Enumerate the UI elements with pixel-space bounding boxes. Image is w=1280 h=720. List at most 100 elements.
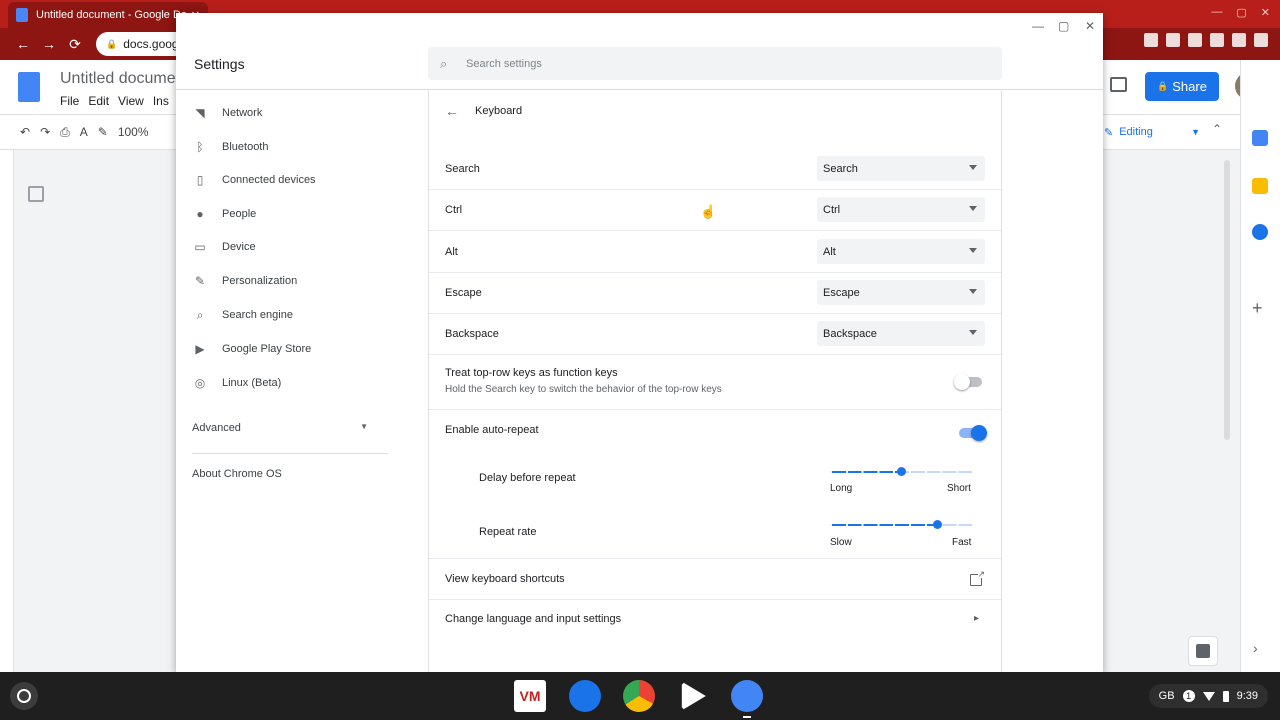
rate-max-label: Fast xyxy=(952,537,972,548)
chrome-app-icon[interactable] xyxy=(623,680,655,712)
delay-slider[interactable] xyxy=(830,467,972,476)
play-store-app-icon[interactable] xyxy=(681,681,706,711)
nav-item-device[interactable]: ▭ Device xyxy=(192,237,256,257)
extension-icon[interactable] xyxy=(1232,33,1246,47)
nav-item-google-play-store[interactable]: ▶ Google Play Store xyxy=(192,339,311,359)
chevron-up-icon[interactable]: ⌃ xyxy=(1212,122,1222,136)
function-keys-toggle[interactable] xyxy=(954,374,982,390)
keyboard-shortcuts-link[interactable]: View keyboard shortcuts ↗ xyxy=(429,558,1001,600)
language-label: Change language and input settings xyxy=(445,613,622,625)
dropdown-arrow-icon xyxy=(969,289,977,294)
tab-title: Untitled document - Google Do xyxy=(36,9,188,21)
status-tray[interactable]: GB 1 9:39 xyxy=(1148,684,1268,708)
dropdown-arrow-icon xyxy=(969,206,977,211)
nav-item-people[interactable]: ● People xyxy=(192,204,256,224)
maximize-icon[interactable]: ▢ xyxy=(1058,19,1069,33)
docs-logo-icon[interactable] xyxy=(18,72,40,102)
print-icon[interactable]: ⎙ xyxy=(60,125,70,140)
minimize-icon[interactable]: — xyxy=(1211,6,1222,19)
nav-label: Bluetooth xyxy=(222,141,269,153)
zoom-select[interactable]: 100% xyxy=(118,125,149,140)
menu-file[interactable]: File xyxy=(60,94,79,108)
settings-nav: ◥ Network ᛒ Bluetooth ▯ Connected device… xyxy=(176,91,428,672)
editing-mode-select[interactable]: ✎ Editing ▼ xyxy=(1100,122,1200,142)
document-title[interactable]: Untitled docume xyxy=(60,70,176,88)
vm-app-icon[interactable]: VM xyxy=(514,680,546,712)
address-bar[interactable]: 🔒 docs.goog xyxy=(96,32,182,56)
forward-icon[interactable]: → xyxy=(36,36,62,52)
explore-button[interactable] xyxy=(1188,636,1218,666)
comment-icon[interactable] xyxy=(1110,77,1127,92)
key-label: Search xyxy=(445,163,480,175)
settings-title: Settings xyxy=(194,56,245,72)
menu-view[interactable]: View xyxy=(118,94,144,108)
dropdown-arrow-icon xyxy=(969,330,977,335)
redo-icon[interactable]: ↷ xyxy=(40,125,50,140)
rate-label: Repeat rate xyxy=(479,526,537,538)
nav-item-connected-devices[interactable]: ▯ Connected devices xyxy=(192,170,316,190)
spellcheck-icon[interactable]: A xyxy=(80,125,88,140)
paint-format-icon[interactable]: ✎ xyxy=(98,125,108,140)
key-row-search: Search Search xyxy=(429,148,1001,190)
back-arrow-icon[interactable]: ← xyxy=(445,103,461,119)
extension-icon[interactable] xyxy=(1210,33,1224,47)
settings-app-icon[interactable] xyxy=(731,680,763,712)
search-input[interactable] xyxy=(466,57,966,70)
nav-item-personalization[interactable]: ✎ Personalization xyxy=(192,271,297,291)
phone-icon: ▯ xyxy=(196,173,204,187)
search-key-select[interactable]: Search xyxy=(817,156,985,181)
extension-icon[interactable] xyxy=(1188,33,1202,47)
launcher-button[interactable] xyxy=(10,682,38,710)
scrollbar[interactable] xyxy=(1224,160,1230,440)
key-row-alt: Alt Alt xyxy=(429,231,1001,273)
extension-icon[interactable] xyxy=(1144,33,1158,47)
nav-item-search-engine[interactable]: ⌕ Search engine xyxy=(192,305,293,325)
escape-key-select[interactable]: Escape xyxy=(817,280,985,305)
auto-repeat-row[interactable]: Enable auto-repeat xyxy=(429,410,1001,448)
nav-item-bluetooth[interactable]: ᛒ Bluetooth xyxy=(192,137,268,157)
calendar-icon[interactable] xyxy=(1252,130,1268,146)
language-input-link[interactable]: Change language and input settings ▸ xyxy=(429,600,1001,641)
files-app-icon[interactable] xyxy=(569,680,601,712)
key-row-escape: Escape Escape xyxy=(429,273,1001,314)
keyboard-settings-page: ← Keyboard Search Search Ctrl Ctrl Alt A… xyxy=(428,91,1002,672)
reload-icon[interactable]: ⟳ xyxy=(62,36,88,53)
alt-key-select[interactable]: Alt xyxy=(817,239,985,264)
pencil-icon: ✎ xyxy=(1104,126,1114,139)
rate-slider[interactable] xyxy=(830,520,972,529)
extension-icon[interactable] xyxy=(1254,33,1268,47)
slider-knob[interactable] xyxy=(897,467,906,476)
key-label: Backspace xyxy=(445,328,499,340)
undo-icon[interactable]: ↶ xyxy=(20,125,30,140)
hand-cursor-icon: ☝ xyxy=(700,204,717,219)
minimize-icon[interactable]: — xyxy=(1032,19,1044,33)
slider-knob[interactable] xyxy=(932,520,942,529)
explore-icon xyxy=(1196,644,1210,658)
function-keys-description: Hold the Search key to switch the behavi… xyxy=(445,384,722,395)
auto-repeat-toggle[interactable] xyxy=(959,425,987,441)
back-icon[interactable]: ← xyxy=(10,36,36,52)
ctrl-key-select[interactable]: Ctrl xyxy=(817,197,985,222)
close-icon[interactable]: ✕ xyxy=(1085,19,1095,33)
search-box[interactable]: ⌕ xyxy=(428,47,1002,80)
menu-edit[interactable]: Edit xyxy=(88,94,109,108)
close-window-icon[interactable]: ✕ xyxy=(1261,6,1270,19)
nav-item-about[interactable]: About Chrome OS xyxy=(192,468,282,480)
keep-icon[interactable] xyxy=(1252,178,1268,194)
nav-label: Device xyxy=(222,241,256,253)
nav-item-linux[interactable]: ◎ Linux (Beta) xyxy=(192,373,282,393)
maximize-icon[interactable]: ▢ xyxy=(1236,6,1246,19)
backspace-key-select[interactable]: Backspace xyxy=(817,321,985,346)
add-addon-icon[interactable]: + xyxy=(1252,298,1263,319)
outline-icon[interactable] xyxy=(28,186,44,202)
nav-item-network[interactable]: ◥ Network xyxy=(192,103,262,123)
select-value: Search xyxy=(823,162,858,175)
nav-label: Network xyxy=(222,107,263,119)
tasks-icon[interactable] xyxy=(1252,224,1268,240)
menu-insert[interactable]: Ins xyxy=(153,94,169,108)
chevron-right-icon[interactable]: › xyxy=(1253,640,1258,656)
share-button[interactable]: 🔒 Share xyxy=(1145,72,1219,101)
function-keys-row[interactable]: Treat top-row keys as function keys Hold… xyxy=(429,355,1001,410)
advanced-toggle[interactable]: Advanced ▼ xyxy=(192,422,368,434)
extension-icon[interactable] xyxy=(1166,33,1180,47)
